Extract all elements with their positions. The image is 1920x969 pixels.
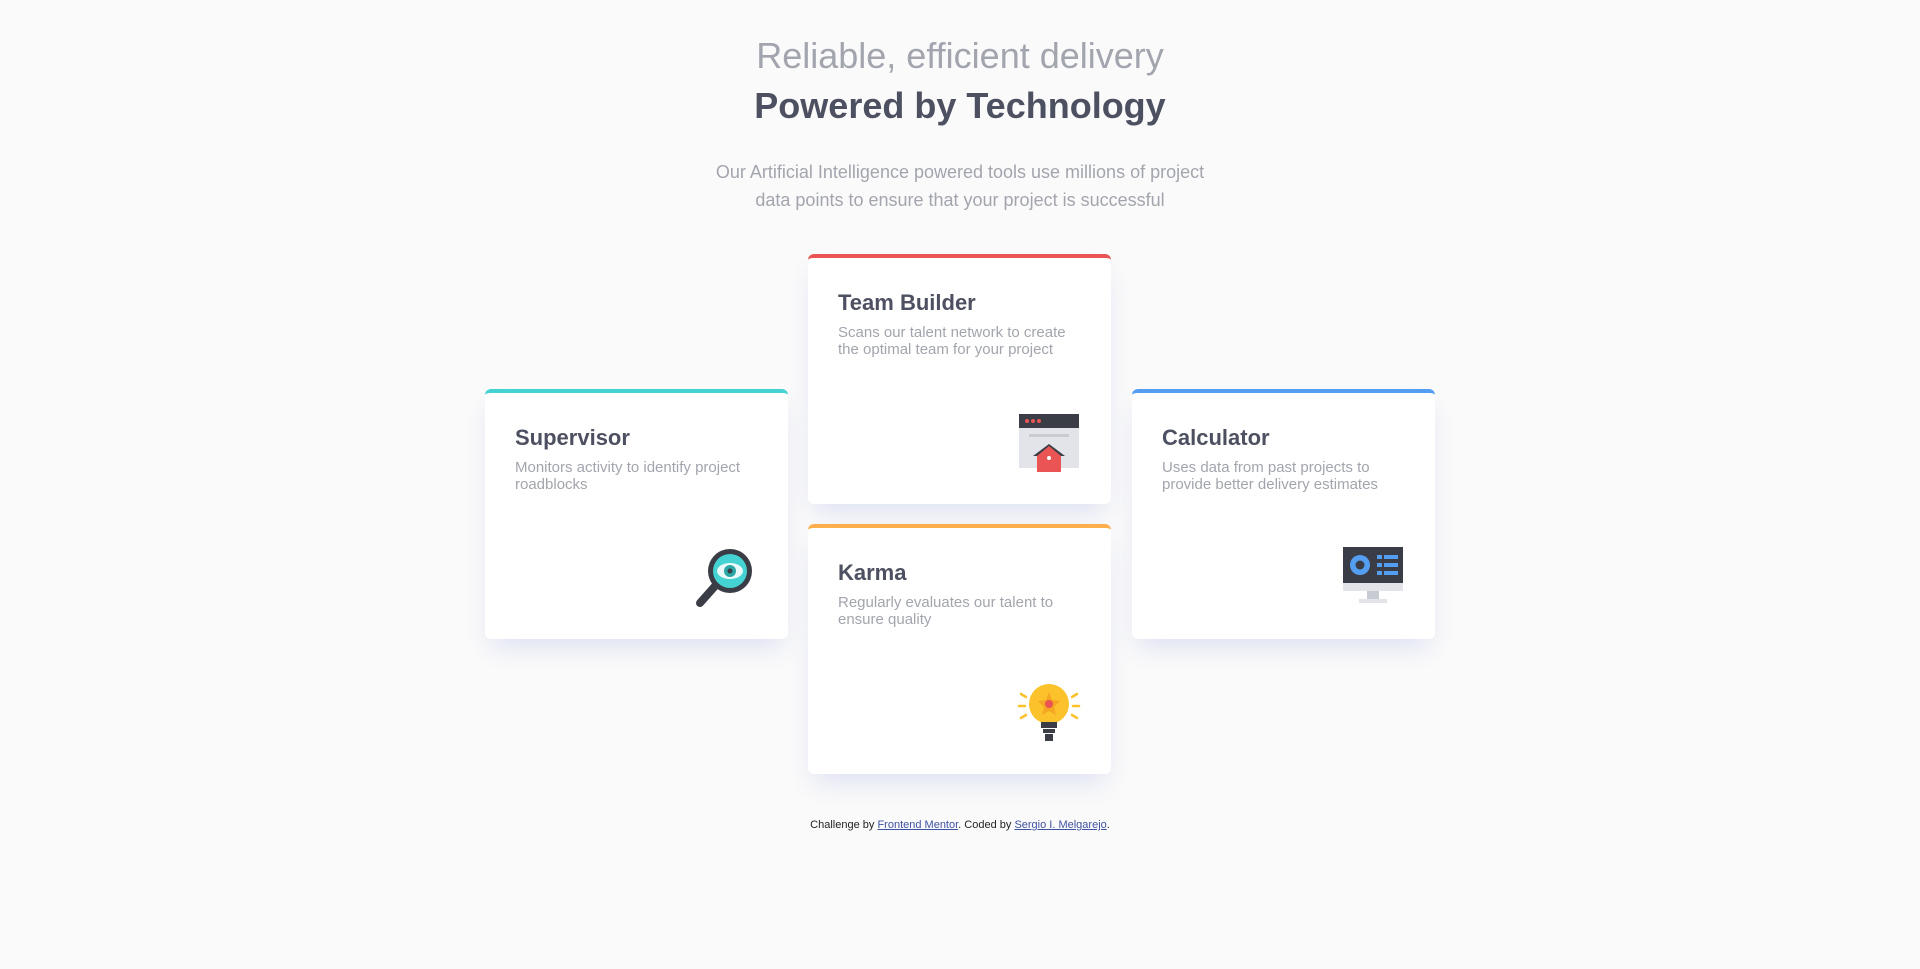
- frontend-mentor-link[interactable]: Frontend Mentor: [877, 819, 958, 831]
- author-link[interactable]: Sergio I. Melgarejo: [1014, 819, 1106, 831]
- intro-text: Our Artificial Intelligence powered tool…: [715, 162, 1205, 210]
- attribution-middle: . Coded by: [958, 819, 1015, 831]
- card-description: Monitors activity to identify project ro…: [515, 459, 741, 493]
- card-title: Team Builder: [838, 290, 976, 315]
- card-description: Uses data from past projects to provide …: [1162, 459, 1378, 493]
- card-team-builder: Team Builder Scans our talent network to…: [808, 254, 1111, 504]
- card-title: Calculator: [1162, 425, 1270, 450]
- page-title: Powered by Technology: [754, 85, 1166, 126]
- card-title: Karma: [838, 560, 907, 585]
- lightbulb-icon: [1017, 684, 1081, 741]
- attribution-prefix: Challenge by: [810, 819, 878, 831]
- attribution-suffix: .: [1106, 819, 1110, 831]
- magnifier-eye-icon: [696, 549, 752, 607]
- monitor-chart-icon: [1343, 547, 1403, 603]
- card-description: Regularly evaluates our talent to ensure…: [838, 594, 1054, 628]
- card-supervisor: Supervisor Monitors activity to identify…: [485, 389, 788, 639]
- browser-upload-icon: [1019, 414, 1079, 472]
- header: Reliable, efficient delivery Powered by …: [0, 36, 1920, 214]
- page: Reliable, efficient delivery Powered by …: [0, 0, 1920, 969]
- card-title: Supervisor: [515, 425, 630, 450]
- card-description: Scans our talent network to create the o…: [838, 324, 1066, 358]
- card-karma: Karma Regularly evaluates our talent to …: [808, 524, 1111, 774]
- attribution: Challenge by Frontend Mentor. Coded by S…: [0, 819, 1920, 831]
- card-calculator: Calculator Uses data from past projects …: [1132, 389, 1435, 639]
- page-subtitle: Reliable, efficient delivery: [756, 35, 1164, 76]
